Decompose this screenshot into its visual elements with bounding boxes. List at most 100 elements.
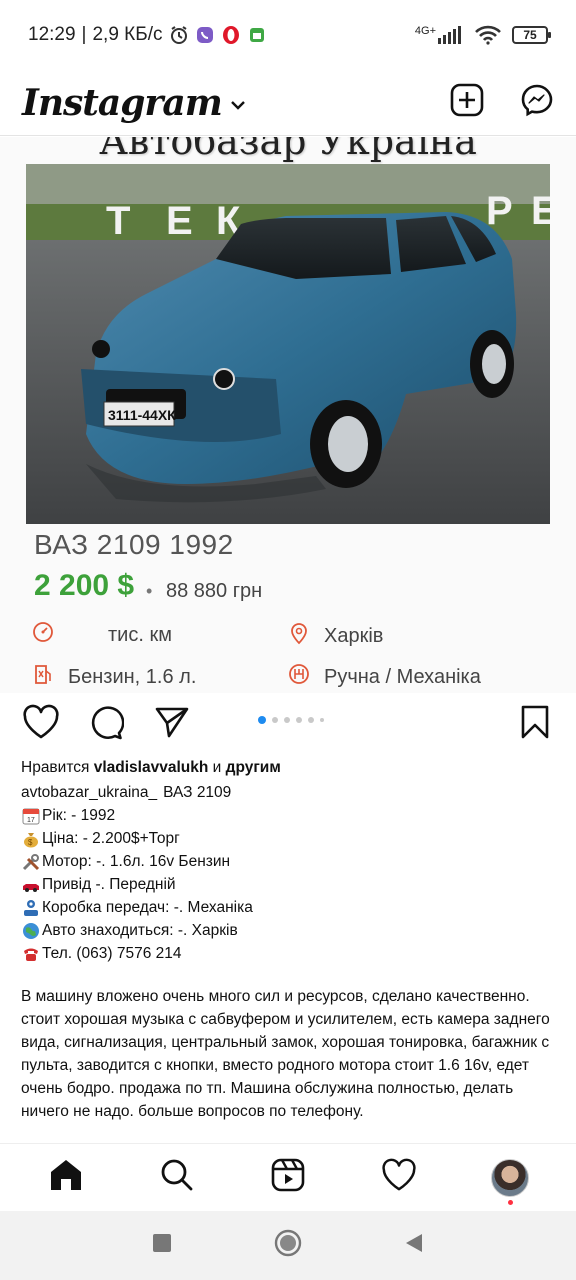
profile-avatar <box>491 1158 530 1197</box>
spec-transmission-label: Ручна / Механіка <box>324 665 481 688</box>
price-uah: 88 880 грн <box>166 580 263 602</box>
location-pin-icon <box>288 621 310 651</box>
spec-mileage-label: тис. км <box>108 623 172 646</box>
caption-line-text: Коробка передач: -. Механіка <box>42 899 253 916</box>
spec-mileage: тис. км <box>32 621 172 649</box>
caption-line: Тел. (063) 7576 214 <box>21 942 555 965</box>
post-caption: Нравится vladislavvalukh и другим avtoba… <box>21 756 555 1123</box>
calendar-icon: 17 <box>21 807 41 825</box>
back-icon[interactable] <box>404 1232 424 1259</box>
car-photo: ТЕКРЕ 3111-44ХК <box>26 164 550 524</box>
status-speed: 2,9 КБ/с <box>92 24 163 45</box>
carousel-dot <box>272 717 278 723</box>
carousel-dot <box>258 716 266 724</box>
share-send-icon[interactable] <box>154 704 190 745</box>
bottom-navigation <box>0 1143 576 1211</box>
post-image[interactable]: Автобазар Україна ТЕКРЕ 3111-44ХК ВАЗ 21… <box>0 137 576 693</box>
signal-icon <box>438 26 461 44</box>
system-navigation-bar <box>0 1211 576 1280</box>
caption-description: В машину вложено очень много сил и ресур… <box>21 988 550 1120</box>
status-bar: 12:29 | 2,9 КБ/с 4G+ 75 <box>0 0 576 70</box>
home-icon <box>48 1157 84 1198</box>
price-separator: • <box>146 581 153 601</box>
telephone-icon <box>21 945 41 963</box>
viber-icon <box>195 25 215 45</box>
image-title: Автобазар Україна <box>99 137 477 163</box>
save-bookmark-icon[interactable] <box>520 704 550 745</box>
spec-fuel: Бензин, 1.6 л. <box>32 663 196 691</box>
nav-search[interactable] <box>147 1148 207 1208</box>
header-actions <box>450 83 554 122</box>
likes-line: Нравится vladislavvalukh и другим <box>21 756 555 779</box>
nav-profile[interactable] <box>480 1148 540 1208</box>
new-post-icon[interactable] <box>450 83 484 122</box>
app-header: Instagram <box>0 70 576 136</box>
chevron-down-icon[interactable] <box>230 98 246 116</box>
nav-home[interactable] <box>36 1148 96 1208</box>
car-icon <box>21 876 41 894</box>
gearbox-emoji-icon <box>21 899 41 917</box>
gearbox-icon <box>288 663 310 691</box>
instagram-logo[interactable]: Instagram <box>22 82 223 124</box>
nav-activity[interactable] <box>369 1148 429 1208</box>
carousel-dot <box>308 717 314 723</box>
status-left: 12:29 | 2,9 КБ/с <box>28 24 267 46</box>
car-title: ВАЗ 2109 1992 <box>34 529 234 560</box>
money-bag-icon: $ <box>21 830 41 848</box>
speedometer-icon <box>32 621 54 649</box>
license-plate: 3111-44ХК <box>108 407 176 423</box>
search-icon <box>159 1157 195 1198</box>
liker-username[interactable]: vladislavvalukh <box>94 759 209 776</box>
heart-activity-icon <box>381 1158 417 1197</box>
recent-apps-icon[interactable] <box>152 1233 172 1258</box>
spec-city-label: Харків <box>324 624 384 647</box>
svg-text:Р: Р <box>486 189 513 233</box>
messenger-icon[interactable] <box>520 83 554 122</box>
likes-prefix: Нравится <box>21 759 90 776</box>
globe-icon <box>21 922 41 940</box>
likes-and: и <box>212 759 222 776</box>
carousel-dot <box>284 717 290 723</box>
carousel-dot <box>296 717 302 723</box>
comment-icon[interactable] <box>88 704 125 745</box>
spec-fuel-label: Бензин, 1.6 л. <box>68 665 197 688</box>
wifi-icon <box>474 25 502 45</box>
tools-icon <box>21 853 41 871</box>
network-label: 4G+ <box>415 26 464 44</box>
svg-text:17: 17 <box>27 817 35 824</box>
status-separator: | <box>81 24 87 45</box>
battery-indicator: 75 <box>512 26 551 44</box>
carousel-indicator <box>258 716 324 724</box>
svg-text:$: $ <box>28 838 33 847</box>
caption-line-text: Мотор: -. 1.6л. 16v Бензин <box>42 853 231 870</box>
likes-others-link[interactable]: другим <box>226 759 281 776</box>
caption-line: Авто знаходиться: -. Харків <box>21 919 555 942</box>
alarm-icon <box>169 25 189 45</box>
caption-line-text: Авто знаходиться: -. Харків <box>42 922 238 939</box>
price-usd: 2 200 $ <box>34 569 135 602</box>
caption-line: $ Ціна: - 2.200$+Торг <box>21 827 555 850</box>
caption-line-text: Рік: - 1992 <box>42 807 116 824</box>
spec-city: Харків <box>288 621 383 651</box>
caption-line-text: Тел. (063) 7576 214 <box>42 945 182 962</box>
caption-line: Мотор: -. 1.6л. 16v Бензин <box>21 850 555 873</box>
opera-icon <box>221 25 241 45</box>
caption-line: Привід -. Передній <box>21 873 555 896</box>
caption-line-text: Привід -. Передній <box>42 876 176 893</box>
fuel-icon <box>32 663 54 691</box>
status-time: 12:29 <box>28 24 76 45</box>
app-notification-icon <box>247 25 267 45</box>
caption-line: Коробка передач: -. Механіка <box>21 896 555 919</box>
svg-text:Е: Е <box>531 189 550 233</box>
caption-line-text: Ціна: - 2.200$+Торг <box>42 830 180 847</box>
post-action-bar <box>0 700 576 746</box>
spec-transmission: Ручна / Механіка <box>288 663 481 691</box>
svg-text:Т: Т <box>106 199 130 243</box>
home-button-icon[interactable] <box>274 1229 302 1262</box>
like-heart-icon[interactable] <box>22 704 60 745</box>
caption-title: ВАЗ 2109 <box>163 784 232 801</box>
nav-reels[interactable] <box>258 1148 318 1208</box>
status-right: 4G+ 75 <box>415 25 551 45</box>
caption-username[interactable]: avtobazar_ukraina_ <box>21 781 157 804</box>
svg-text:Е: Е <box>166 199 193 243</box>
